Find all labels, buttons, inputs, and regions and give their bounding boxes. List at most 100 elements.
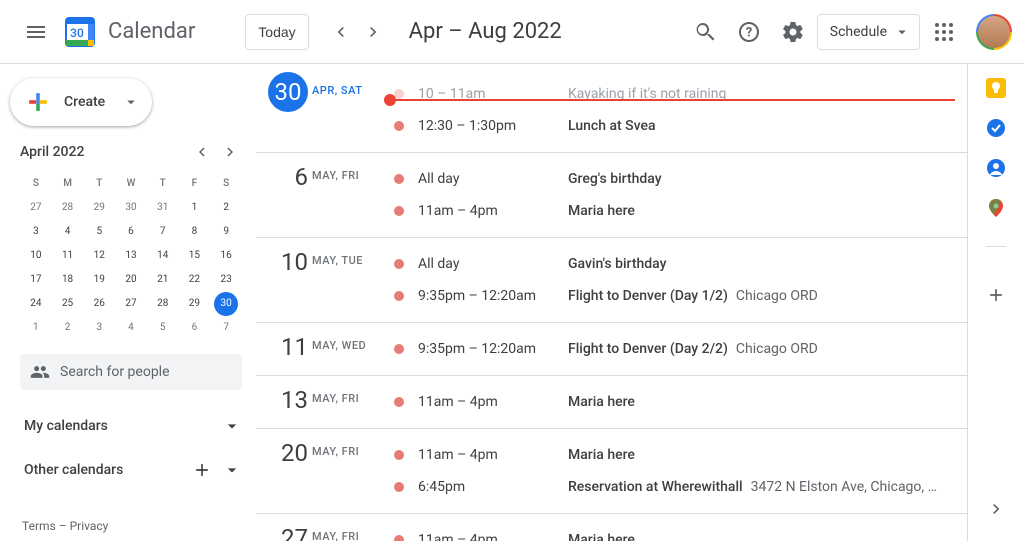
mini-cal-day[interactable]: 5 [83, 220, 115, 244]
event-row[interactable]: 11am – 4pmMaria here [390, 195, 967, 227]
mini-cal-dow: S [210, 172, 242, 196]
day-date[interactable]: 30 [256, 78, 312, 142]
mini-cal-day[interactable]: 4 [115, 316, 147, 340]
privacy-link[interactable]: Privacy [70, 519, 109, 533]
mini-cal-day[interactable]: 31 [147, 196, 179, 220]
terms-link[interactable]: Terms [22, 519, 56, 533]
hide-sidepanel-button[interactable] [976, 489, 1016, 529]
mini-cal-day[interactable]: 23 [210, 268, 242, 292]
google-apps-button[interactable] [924, 12, 964, 52]
contacts-icon [986, 158, 1006, 178]
event-row[interactable]: 12:30 – 1:30pmLunch at Svea [390, 110, 967, 142]
mini-cal-day[interactable]: 27 [20, 196, 52, 220]
mini-cal-day[interactable]: 7 [210, 316, 242, 340]
app-logo: 30 Calendar [60, 12, 195, 52]
other-calendars-toggle[interactable]: Other calendars [0, 452, 256, 488]
hamburger-icon [24, 20, 48, 44]
settings-button[interactable] [773, 12, 813, 52]
today-button[interactable]: Today [245, 14, 308, 50]
event-row[interactable]: 9:35pm – 12:20amFlight to Denver (Day 2/… [390, 333, 967, 365]
mini-cal-day[interactable]: 1 [20, 316, 52, 340]
mini-cal-day[interactable]: 15 [179, 244, 211, 268]
mini-next-button[interactable] [218, 140, 242, 164]
day-date[interactable]: 10 [256, 248, 312, 312]
mini-cal-day[interactable]: 17 [20, 268, 52, 292]
day-date[interactable]: 6 [256, 163, 312, 227]
mini-cal-day[interactable]: 30 [115, 196, 147, 220]
mini-cal-day[interactable]: 2 [210, 196, 242, 220]
tasks-icon [986, 118, 1006, 138]
mini-cal-day[interactable]: 25 [52, 292, 84, 316]
mini-cal-day[interactable]: 30 [214, 292, 238, 316]
support-button[interactable]: ? [729, 12, 769, 52]
mini-cal-day[interactable]: 26 [83, 292, 115, 316]
event-row[interactable]: 6:45pmReservation at Wherewithall3472 N … [390, 471, 967, 503]
mini-cal-day[interactable]: 3 [83, 316, 115, 340]
mini-cal-day[interactable]: 5 [147, 316, 179, 340]
mini-cal-day[interactable]: 14 [147, 244, 179, 268]
day-date[interactable]: 20 [256, 439, 312, 503]
triangle-down-icon [122, 93, 140, 111]
event-row[interactable]: All dayGavin's birthday [390, 248, 967, 280]
event-row[interactable]: 10 – 11amKayaking if it's not raining [390, 78, 967, 110]
mini-cal-day[interactable]: 4 [52, 220, 84, 244]
mini-cal-day[interactable]: 6 [115, 220, 147, 244]
contacts-app-button[interactable] [986, 158, 1006, 178]
schedule-list[interactable]: 30APR, SAT10 – 11amKayaking if it's not … [256, 64, 968, 541]
keep-app-button[interactable] [986, 78, 1006, 98]
event-row[interactable]: 11am – 4pmMaria here [390, 439, 967, 471]
create-button[interactable]: Create [10, 78, 152, 126]
mini-cal-day[interactable]: 8 [179, 220, 211, 244]
mini-cal-day[interactable]: 28 [52, 196, 84, 220]
search-people-input[interactable]: Search for people [20, 354, 242, 390]
maps-app-button[interactable] [986, 198, 1006, 218]
my-calendars-toggle[interactable]: My calendars [0, 408, 256, 444]
next-period-button[interactable] [357, 16, 389, 48]
event-row[interactable]: 11am – 4pmMaria here [390, 524, 967, 541]
view-selector[interactable]: Schedule [817, 14, 920, 50]
other-calendars-label: Other calendars [24, 462, 123, 478]
get-addons-button[interactable] [976, 275, 1016, 315]
mini-cal-day[interactable]: 19 [83, 268, 115, 292]
main-menu-button[interactable] [12, 8, 60, 56]
add-other-calendar-button[interactable] [190, 458, 214, 482]
prev-period-button[interactable] [325, 16, 357, 48]
mini-cal-day[interactable]: 6 [179, 316, 211, 340]
mini-cal-day[interactable]: 20 [115, 268, 147, 292]
account-avatar[interactable] [976, 14, 1012, 50]
day-date[interactable]: 13 [256, 386, 312, 418]
event-title: Lunch at Svea [568, 118, 656, 134]
mini-cal-day[interactable]: 29 [179, 292, 211, 316]
mini-cal-day[interactable]: 24 [20, 292, 52, 316]
mini-cal-day[interactable]: 7 [147, 220, 179, 244]
day-label: APR, SAT [312, 78, 390, 142]
mini-cal-day[interactable]: 3 [20, 220, 52, 244]
event-title: Flight to Denver (Day 2/2) [568, 341, 728, 357]
gear-icon [781, 20, 805, 44]
tasks-app-button[interactable] [986, 118, 1006, 138]
mini-cal-day[interactable]: 2 [52, 316, 84, 340]
mini-prev-button[interactable] [190, 140, 214, 164]
mini-cal-day[interactable]: 16 [210, 244, 242, 268]
mini-cal-day[interactable]: 22 [179, 268, 211, 292]
mini-cal-day[interactable]: 12 [83, 244, 115, 268]
mini-cal-day[interactable]: 28 [147, 292, 179, 316]
mini-cal-day[interactable]: 10 [20, 244, 52, 268]
mini-cal-day[interactable]: 9 [210, 220, 242, 244]
event-row[interactable]: 11am – 4pmMaria here [390, 386, 967, 418]
mini-cal-day[interactable]: 11 [52, 244, 84, 268]
mini-cal-day[interactable]: 1 [179, 196, 211, 220]
event-row[interactable]: All dayGreg's birthday [390, 163, 967, 195]
event-time: 9:35pm – 12:20am [418, 341, 568, 357]
event-time: 6:45pm [418, 479, 568, 495]
day-date[interactable]: 27 [256, 524, 312, 541]
mini-cal-day[interactable]: 21 [147, 268, 179, 292]
search-button[interactable] [685, 12, 725, 52]
day-date[interactable]: 11 [256, 333, 312, 365]
mini-cal-day[interactable]: 27 [115, 292, 147, 316]
mini-cal-day[interactable]: 18 [52, 268, 84, 292]
mini-cal-day[interactable]: 29 [83, 196, 115, 220]
event-time: 9:35pm – 12:20am [418, 288, 568, 304]
event-row[interactable]: 9:35pm – 12:20amFlight to Denver (Day 1/… [390, 280, 967, 312]
mini-cal-day[interactable]: 13 [115, 244, 147, 268]
